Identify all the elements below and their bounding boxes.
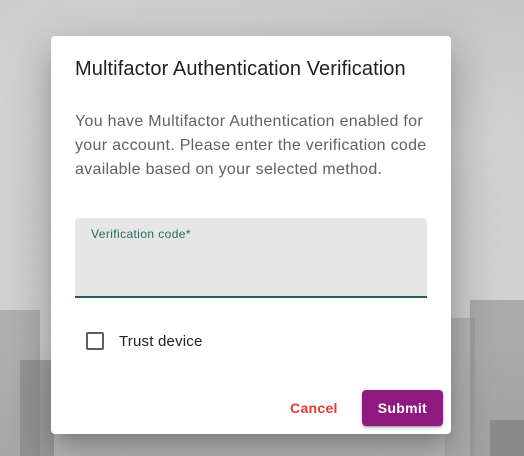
verification-code-label: Verification code*	[91, 227, 191, 241]
dialog-actions: Cancel Submit	[274, 390, 443, 426]
trust-device-row[interactable]: Trust device	[86, 332, 203, 350]
trust-device-checkbox[interactable]	[86, 332, 104, 350]
submit-button[interactable]: Submit	[361, 390, 443, 426]
verification-code-input[interactable]	[91, 248, 411, 288]
cancel-button[interactable]: Cancel	[274, 390, 354, 426]
dialog-message: You have Multifactor Authentication enab…	[75, 113, 427, 178]
background-building	[490, 420, 524, 456]
mfa-dialog: Multifactor Authentication Verification …	[51, 36, 451, 434]
trust-device-label[interactable]: Trust device	[119, 333, 203, 350]
verification-code-field[interactable]: Verification code*	[75, 218, 427, 298]
dialog-title: Multifactor Authentication Verification	[75, 58, 406, 80]
background-building	[20, 360, 54, 456]
